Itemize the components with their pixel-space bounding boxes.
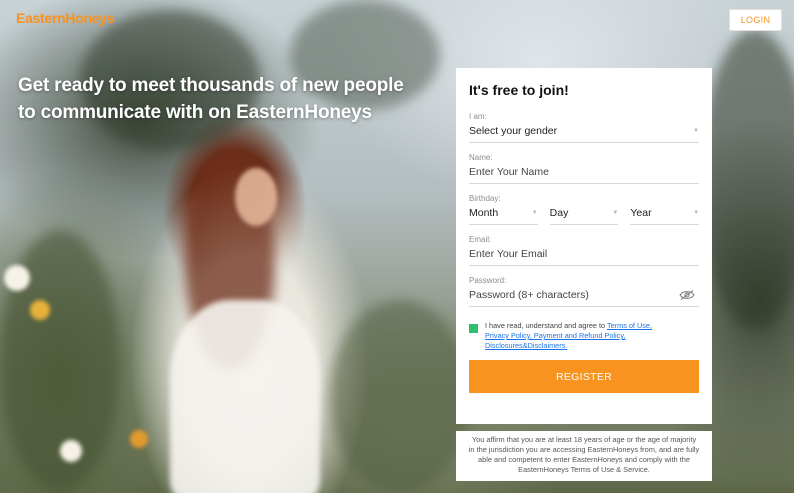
flower (30, 300, 50, 320)
form-title: It's free to join! (469, 82, 569, 98)
birthday-label: Birthday: (469, 194, 501, 203)
tree-foliage (700, 30, 794, 330)
terms-text: I have read, understand and agree to Ter… (485, 321, 652, 351)
login-button[interactable]: LOGIN (729, 9, 782, 31)
chevron-down-icon: ▼ (612, 209, 619, 216)
eye-slash-icon[interactable] (679, 290, 695, 300)
password-label: Password: (469, 276, 507, 285)
gender-value: Select your gender (469, 124, 558, 137)
gender-field: I am: Select your gender ▼ (469, 112, 699, 143)
age-disclaimer: You affirm that you are at least 18 year… (456, 431, 712, 481)
chevron-down-icon: ▼ (693, 209, 700, 216)
privacy-policy-link[interactable]: Privacy Policy, Payment and Refund Polic… (485, 331, 625, 340)
gender-label: I am: (469, 112, 487, 121)
password-field: Password: (469, 276, 699, 307)
terms-prefix: I have read, understand and agree to (485, 321, 607, 330)
tree-foliage (330, 300, 470, 493)
flower (130, 430, 148, 448)
terms-checkbox[interactable] (469, 324, 478, 333)
chevron-down-icon: ▼ (693, 127, 699, 134)
password-input[interactable] (469, 288, 699, 307)
register-button[interactable]: REGISTER (469, 360, 699, 393)
email-input[interactable] (469, 247, 699, 266)
email-label: Email: (469, 235, 492, 244)
birthday-field: Birthday: Month ▼ Day ▼ Year ▼ (469, 194, 700, 225)
year-value: Year (630, 206, 652, 219)
birthday-row: Month ▼ Day ▼ Year ▼ (469, 206, 700, 225)
flower (60, 440, 82, 462)
name-label: Name: (469, 153, 493, 162)
signup-form: It's free to join! I am: Select your gen… (456, 68, 712, 424)
logo[interactable]: EasternHoneys (16, 10, 114, 26)
terms-agreement: I have read, understand and agree to Ter… (469, 321, 699, 351)
hero-headline: Get ready to meet thousands of new peopl… (18, 75, 404, 123)
chevron-down-icon: ▼ (531, 209, 538, 216)
month-select[interactable]: Month ▼ (469, 206, 538, 225)
gender-select[interactable]: Select your gender ▼ (469, 124, 699, 143)
terms-of-use-link[interactable]: Terms of Use, (607, 321, 652, 330)
name-input[interactable] (469, 165, 699, 184)
woman-face (235, 168, 277, 226)
month-value: Month (469, 206, 499, 219)
day-value: Day (549, 206, 569, 219)
flower (4, 265, 30, 291)
email-field: Email: (469, 235, 699, 266)
woman-dress (170, 300, 320, 493)
name-field: Name: (469, 153, 699, 184)
year-select[interactable]: Year ▼ (630, 206, 700, 225)
day-select[interactable]: Day ▼ (549, 206, 619, 225)
disclosures-link[interactable]: Disclosures&Disclaimers. (485, 341, 567, 350)
